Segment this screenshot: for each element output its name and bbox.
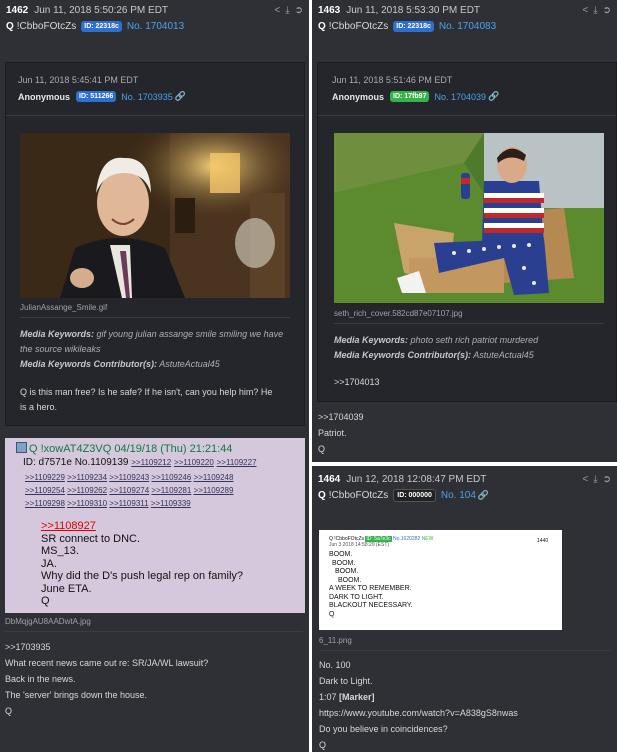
- post-body: >>1703935 What recent news came out re: …: [5, 642, 209, 716]
- author-name: Q: [6, 20, 14, 32]
- post-timestamp: Jun 12, 2018 12:08:47 PM EDT: [346, 473, 487, 485]
- post-body: >>1704039 Patriot. Q: [318, 412, 364, 454]
- qpost-screenshot-image[interactable]: Q !CbboFOtcZs ID: 5a7e3c No.1620282 NEW …: [319, 530, 562, 630]
- image-filename[interactable]: JulianAssange_Smile.gif: [20, 303, 107, 312]
- post-number-link[interactable]: No. 104: [441, 490, 476, 501]
- post-actions: < ⤓ ➲: [582, 5, 611, 16]
- share-icon[interactable]: <: [274, 5, 280, 16]
- quote-id-badge[interactable]: ID: 511266: [76, 91, 117, 102]
- arrow-right-icon[interactable]: ➲: [603, 5, 611, 16]
- quote-timestamp: Jun 11, 2018 5:45:41 PM EDT: [18, 75, 139, 85]
- divider: [319, 650, 611, 651]
- post-author-line: Q !CbboFOtcZs ID: 22318c No. 1704083: [312, 19, 617, 33]
- divider: [318, 115, 616, 116]
- quote-timestamp: Jun 11, 2018 5:51:46 PM EDT: [332, 75, 453, 85]
- divider: [5, 631, 303, 632]
- download-icon[interactable]: ⤓: [593, 5, 597, 16]
- contributor-label: Media Keywords Contributor(s):: [334, 350, 472, 360]
- contributor-label: Media Keywords Contributor(s):: [20, 359, 158, 369]
- quote-post-number[interactable]: No. 1704039: [434, 92, 486, 102]
- post-1464: 1464 Jun 12, 2018 12:08:47 PM EDT < ⤓ ➲ …: [312, 466, 617, 752]
- keywords-label: Media Keywords:: [20, 329, 95, 339]
- download-icon[interactable]: ⤓: [285, 5, 289, 16]
- quote-id-badge[interactable]: ID: 17fb97: [390, 91, 430, 102]
- arrow-right-icon[interactable]: ➲: [295, 5, 303, 16]
- id-badge[interactable]: ID: 000000: [393, 488, 436, 502]
- download-icon[interactable]: ⤓: [593, 474, 597, 485]
- assange-image[interactable]: [20, 133, 290, 298]
- post-author-line: Q !CbboFOtcZs ID: 000000 No. 104 🔗: [312, 488, 617, 502]
- post-1462: 1462 Jun 11, 2018 5:50:26 PM EDT < ⤓ ➲ Q…: [0, 0, 309, 752]
- contributor-value: AstuteActual45: [473, 350, 534, 360]
- chan-screenshot-image[interactable]: Q !xowAT4Z3VQ 04/19/18 (Thu) 21:21:44 ID…: [5, 438, 305, 613]
- contributor-value: AstuteActual45: [159, 359, 220, 369]
- image-filename[interactable]: seth_rich_cover.582cd87e07107.jpg: [334, 309, 463, 318]
- file-icon: [16, 442, 27, 453]
- link-icon[interactable]: 🔗: [488, 91, 499, 102]
- quote-author-line: Anonymous ID: 511266 No. 1703935 🔗: [18, 91, 186, 102]
- media-keywords: Media Keywords: gif young julian assange…: [20, 327, 288, 372]
- post-actions: < ⤓ ➲: [582, 474, 611, 485]
- id-badge[interactable]: ID: 22318c: [81, 20, 122, 32]
- quoted-post: Jun 11, 2018 5:45:41 PM EDT Anonymous ID…: [5, 62, 305, 426]
- media-keywords: Media Keywords: photo seth rich patriot …: [334, 333, 602, 363]
- quote-author: Anonymous: [18, 91, 71, 102]
- post-timestamp: Jun 11, 2018 5:53:30 PM EDT: [346, 4, 481, 16]
- keywords-label: Media Keywords:: [334, 335, 409, 345]
- divider: [334, 323, 604, 324]
- post-header: 1462 Jun 11, 2018 5:50:26 PM EDT < ⤓ ➲: [0, 3, 309, 17]
- youtube-link[interactable]: https://www.youtube.com/watch?v=A838gS8n…: [319, 708, 518, 724]
- quote-author-line: Anonymous ID: 17fb97 No. 1704039 🔗: [332, 91, 499, 102]
- link-icon[interactable]: 🔗: [478, 490, 489, 501]
- quote-text[interactable]: >>1704013: [334, 375, 380, 390]
- author-name: Q: [318, 489, 326, 501]
- keywords-value: photo seth rich patriot murdered: [410, 335, 539, 345]
- mini-body: BOOM. BOOM. BOOM. BOOM. A WEEK TO REMEMB…: [329, 551, 413, 618]
- post-actions: < ⤓ ➲: [274, 5, 303, 16]
- post-number-link[interactable]: No. 1704083: [439, 21, 496, 32]
- seth-rich-image[interactable]: [334, 133, 604, 303]
- post-timestamp: Jun 11, 2018 5:50:26 PM EDT: [34, 4, 169, 16]
- id-badge[interactable]: ID: 22318c: [393, 20, 434, 32]
- quote-author: Anonymous: [332, 91, 385, 102]
- share-icon[interactable]: <: [582, 474, 588, 485]
- post-number: 1462: [6, 4, 29, 16]
- image-filename[interactable]: 6_11.png: [319, 636, 352, 645]
- divider: [20, 317, 290, 318]
- post-1463: 1463 Jun 11, 2018 5:53:30 PM EDT < ⤓ ➲ Q…: [312, 0, 617, 462]
- post-header: 1463 Jun 11, 2018 5:53:30 PM EDT < ⤓ ➲: [312, 3, 617, 17]
- tripcode: !CbboFOtcZs: [328, 489, 389, 501]
- post-number-link[interactable]: No. 1704013: [127, 21, 184, 32]
- divider: [6, 115, 304, 116]
- tripcode: !CbboFOtcZs: [16, 20, 77, 32]
- chan-body: >>1108927 SR connect to DNC. MS_13. JA. …: [41, 520, 244, 607]
- post-body: No. 100 Dark to Light. 1:07 [Marker] htt…: [319, 660, 518, 750]
- quote-post-number[interactable]: No. 1703935: [121, 92, 173, 102]
- quote-text: Q is this man free? Is he safe? If he is…: [20, 387, 273, 412]
- post-header: 1464 Jun 12, 2018 12:08:47 PM EDT < ⤓ ➲: [312, 472, 617, 486]
- quoted-post: Jun 11, 2018 5:51:46 PM EDT Anonymous ID…: [317, 62, 617, 402]
- image-filename[interactable]: DbMqjgAU8AADwtA.jpg: [5, 617, 91, 626]
- post-number: 1464: [318, 473, 341, 485]
- share-icon[interactable]: <: [582, 5, 588, 16]
- chan-header: Q !xowAT4Z3VQ 04/19/18 (Thu) 21:21:44: [16, 442, 232, 455]
- author-name: Q: [318, 20, 326, 32]
- post-author-line: Q !CbboFOtcZs ID: 22318c No. 1704013: [0, 19, 309, 33]
- arrow-right-icon[interactable]: ➲: [603, 474, 611, 485]
- chan-reply-links: >>1109229 >>1109234 >>1109243 >>1109246 …: [25, 473, 234, 508]
- link-icon[interactable]: 🔗: [175, 91, 186, 102]
- tripcode: !CbboFOtcZs: [328, 20, 389, 32]
- post-number: 1463: [318, 4, 341, 16]
- chan-id-line: ID: d7571e No.1109139 >>1109212 >>110922…: [23, 457, 257, 468]
